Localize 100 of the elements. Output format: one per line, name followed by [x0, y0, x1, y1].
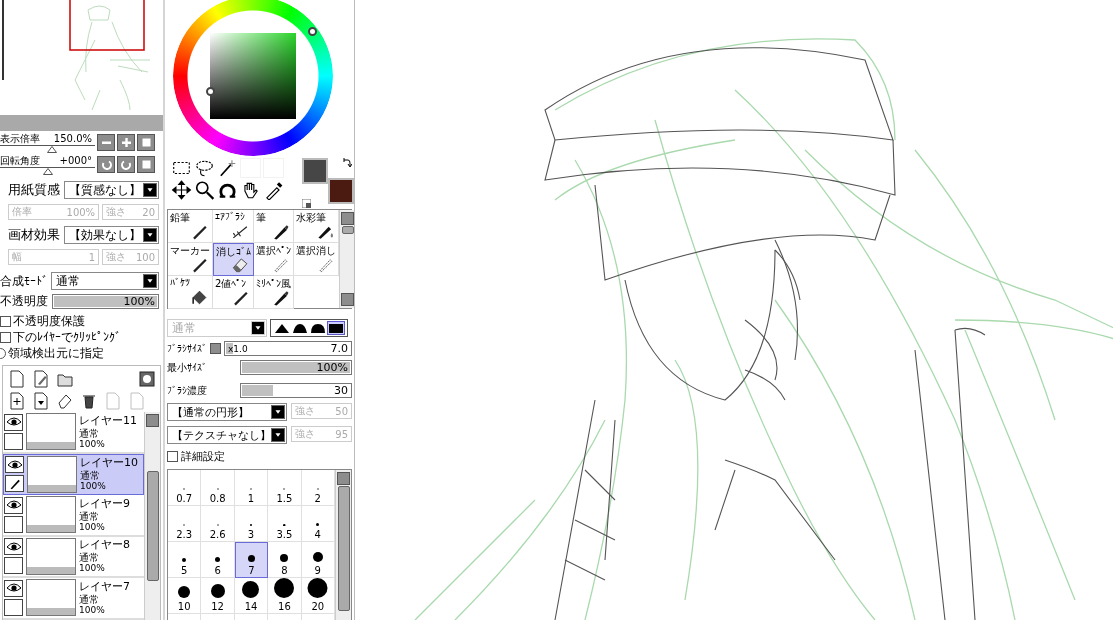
dropdown-arrow-icon: [143, 228, 157, 242]
opacity-slider[interactable]: 100%: [52, 294, 159, 309]
reset-rotation-button[interactable]: [137, 156, 155, 173]
brush-size-slider[interactable]: x1.0 7.0: [224, 341, 352, 356]
checkbox[interactable]: [167, 451, 178, 462]
scroll-bar[interactable]: [339, 210, 354, 308]
brush-icon: [271, 222, 290, 241]
option-label: 下のﾚｲﾔｰでｸﾘｯﾋﾟﾝｸﾞ: [13, 328, 121, 346]
zoom-out-button[interactable]: [97, 134, 115, 151]
brush-dot-icon: [316, 523, 320, 526]
brush-dot-icon: [274, 578, 295, 598]
layer-blend-mode: 通常: [79, 427, 99, 439]
eyedropper-icon[interactable]: [263, 180, 284, 200]
rotation-slider[interactable]: [0, 167, 95, 174]
foreground-color-swatch[interactable]: [302, 158, 328, 184]
brush-shape-dropdown[interactable]: 【通常の円形】: [167, 403, 287, 421]
layer-blend-mode: 通常: [80, 470, 100, 482]
brush-size-option[interactable]: 2.6: [201, 506, 235, 542]
tool-button[interactable]: 選択ﾍﾟﾝ: [254, 243, 294, 276]
zoom-icon[interactable]: [194, 180, 215, 200]
reset-colors-icon[interactable]: [302, 199, 311, 208]
layer-row[interactable]: レイヤー10 通常 100%: [3, 453, 144, 495]
size-multiplier: x1.0: [228, 343, 248, 354]
visibility-toggle[interactable]: [4, 496, 23, 514]
zoom-slider[interactable]: [0, 145, 95, 152]
brush-dot-icon: [182, 558, 187, 562]
layer-opacity: 100%: [79, 604, 105, 616]
material-effect-dropdown[interactable]: 【効果なし】: [64, 226, 159, 244]
visibility-toggle[interactable]: [5, 456, 24, 474]
layer-row[interactable]: レイヤー11 通常 100%: [3, 412, 144, 454]
visibility-toggle[interactable]: [4, 413, 23, 431]
scroll-bar[interactable]: [335, 470, 351, 620]
background-color-swatch[interactable]: [328, 178, 354, 204]
brush-size-option[interactable]: 16: [268, 578, 302, 614]
tip-shape-option[interactable]: [274, 322, 290, 334]
rotate-left-button[interactable]: [97, 156, 115, 173]
rotate-left-icon: [99, 158, 113, 171]
swap-arrow-icon[interactable]: [342, 158, 352, 168]
layer-row[interactable]: レイヤー7 通常 100%: [3, 578, 144, 620]
layer-opacity: 100%: [79, 563, 105, 575]
bucket-icon: [190, 288, 209, 307]
brush-size-option[interactable]: 1: [234, 470, 269, 506]
tip-shape-option[interactable]: [292, 322, 308, 334]
new-page-icon[interactable]: [8, 370, 26, 388]
tool-button[interactable]: ﾐﾘﾍﾟﾝ風: [254, 276, 294, 309]
edit-lock-toggle[interactable]: [4, 557, 23, 575]
paper-texture-dropdown[interactable]: 【質感なし】: [64, 181, 159, 199]
layer-blend-mode: 通常: [79, 593, 99, 605]
eraser-icon[interactable]: [56, 392, 74, 410]
brush-size-option[interactable]: 2.3: [168, 506, 202, 542]
blend-mode-dropdown[interactable]: 通常: [51, 272, 159, 290]
visibility-toggle[interactable]: [4, 579, 23, 597]
edit-lock-toggle[interactable]: [5, 475, 24, 493]
brush-dot-icon: [312, 552, 323, 562]
brush-size-option[interactable]: 0.7: [168, 470, 202, 506]
brush-size-option[interactable]: 7: [234, 542, 269, 578]
checkbox[interactable]: [0, 331, 11, 343]
brush-size-option[interactable]: 12: [201, 578, 235, 614]
scroll-bar[interactable]: [144, 412, 160, 620]
min-size-slider[interactable]: 100%: [240, 360, 352, 375]
slider-thumb[interactable]: [47, 146, 58, 153]
tip-shape-option[interactable]: [310, 322, 326, 334]
brush-size-option[interactable]: 0.8: [201, 470, 235, 506]
brush-size-option[interactable]: 20: [301, 578, 335, 614]
checkbox[interactable]: [0, 315, 11, 327]
brush-size-option[interactable]: 14: [234, 578, 269, 614]
brush-size-option[interactable]: 5: [168, 542, 202, 578]
trash-icon[interactable]: [80, 392, 98, 410]
edit-lock-toggle[interactable]: [4, 598, 23, 616]
rotate-right-button[interactable]: [117, 156, 135, 173]
blend-mode-label: 合成ﾓｰﾄﾞ: [0, 272, 48, 290]
brush-size-option[interactable]: 8: [268, 542, 302, 578]
reset-zoom-button[interactable]: [137, 134, 155, 151]
page-arrow-icon[interactable]: [32, 392, 50, 410]
tool-button[interactable]: 筆: [254, 210, 294, 243]
visibility-toggle[interactable]: [4, 538, 23, 556]
move-icon[interactable]: [171, 180, 192, 200]
brush-size-option[interactable]: 1.5: [268, 470, 302, 506]
tip-shape-option[interactable]: [328, 322, 344, 334]
layer-row[interactable]: レイヤー9 通常 100%: [3, 495, 144, 537]
tool-button[interactable]: 消しｺﾞﾑ: [213, 243, 254, 276]
density-slider[interactable]: 30: [240, 383, 352, 398]
edit-lock-toggle[interactable]: [4, 515, 23, 533]
zoom-in-button[interactable]: [117, 134, 135, 151]
page-pen-icon[interactable]: [32, 370, 50, 388]
tool-button[interactable]: 鉛筆: [168, 210, 213, 243]
layer-row[interactable]: レイヤー8 通常 100%: [3, 536, 144, 578]
tool-button[interactable]: ﾊﾞｹﾂ: [168, 276, 213, 309]
tool-button[interactable]: 2値ﾍﾟﾝ: [213, 276, 254, 309]
brush-size-option[interactable]: 3.5: [268, 506, 302, 542]
mask-icon[interactable]: [138, 370, 156, 388]
brush-size-option[interactable]: 10: [168, 578, 202, 614]
layer-opacity: 100%: [79, 438, 105, 450]
edit-lock-toggle[interactable]: [4, 432, 23, 450]
brush-size-option[interactable]: 6: [201, 542, 235, 578]
slider-thumb[interactable]: [42, 168, 53, 175]
texture-dropdown[interactable]: 【テクスチャなし】: [167, 426, 287, 444]
lasso-icon[interactable]: [194, 158, 215, 178]
eye-icon: [6, 459, 23, 470]
brush-dot-icon: [178, 586, 191, 598]
